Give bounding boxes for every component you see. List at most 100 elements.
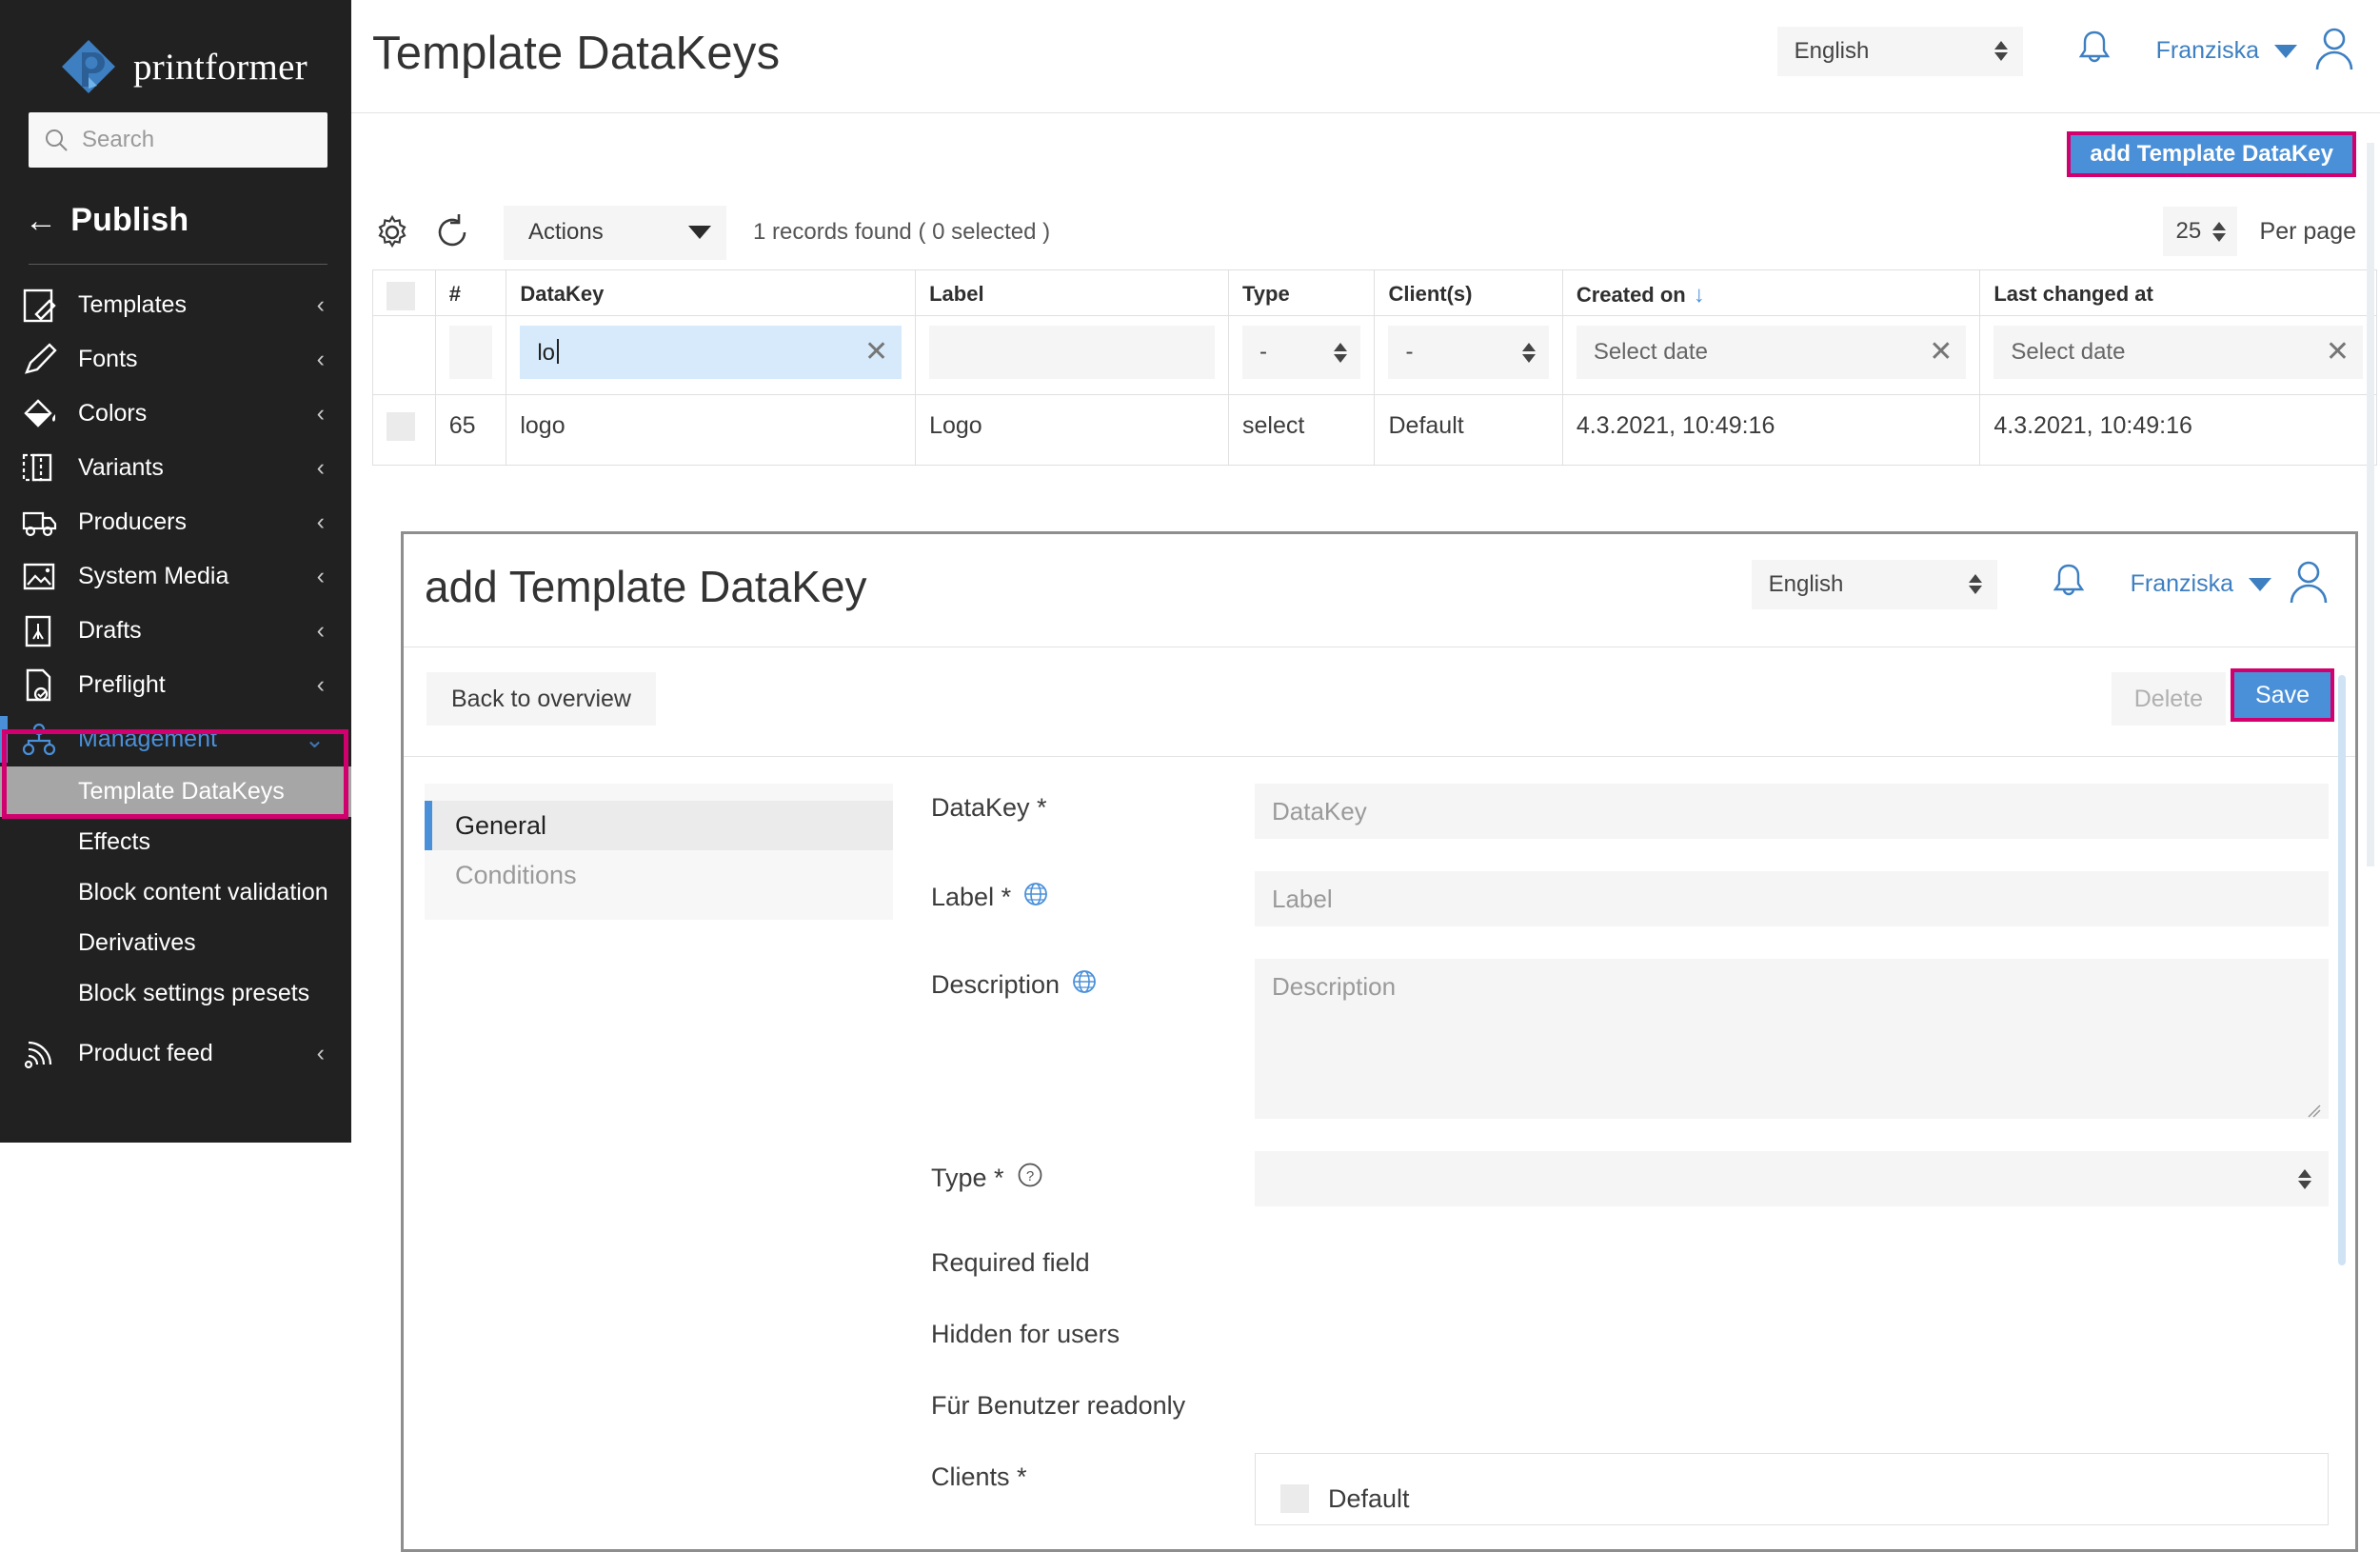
language-value: English: [1795, 38, 1870, 65]
sidebar-section-publish[interactable]: ← Publish: [0, 168, 351, 239]
sidebar-nav: Templates ‹ Fonts ‹ Colors ‹: [0, 278, 351, 1081]
language-select[interactable]: English: [1777, 27, 2023, 76]
table-col-type[interactable]: Type: [1229, 270, 1375, 316]
chevron-left-icon: ‹: [317, 400, 325, 428]
label-placeholder: Label: [1272, 885, 1333, 914]
table-col-clients[interactable]: Client(s): [1375, 270, 1562, 316]
bell-icon[interactable]: [2051, 562, 2087, 607]
page-scrollbar[interactable]: [2367, 143, 2374, 866]
back-to-overview-button[interactable]: Back to overview: [426, 672, 656, 726]
filter-datakey-input[interactable]: lo ✕: [520, 326, 902, 379]
clear-x-icon[interactable]: ✕: [2326, 338, 2350, 367]
caret-down-icon[interactable]: [2274, 45, 2297, 58]
delete-button[interactable]: Delete: [2112, 672, 2226, 726]
sidebar-subitem-effects[interactable]: Effects: [0, 817, 351, 867]
user-avatar-icon[interactable]: [2312, 26, 2356, 76]
sidebar-item-fonts[interactable]: Fonts ‹: [0, 332, 351, 387]
refresh-icon[interactable]: [433, 212, 473, 252]
sidebar-subitem-derivatives[interactable]: Derivatives: [0, 918, 351, 968]
select-all-checkbox[interactable]: [387, 282, 415, 310]
resize-grip-icon[interactable]: [2306, 1097, 2323, 1114]
arrow-left-icon: ←: [25, 205, 57, 237]
field-row-datakey: DataKey * DataKey: [931, 784, 2355, 839]
sidebar-subitem-block-settings-presets[interactable]: Block settings presets: [0, 968, 351, 1019]
bell-icon[interactable]: [2076, 29, 2112, 73]
panel-language-select[interactable]: English: [1752, 560, 1997, 609]
datakey-input[interactable]: DataKey: [1255, 784, 2329, 839]
table-col-changed[interactable]: Last changed at: [1980, 270, 2377, 316]
app-screen: printformer ← Publish Templates ‹: [0, 0, 2380, 1552]
pencil-icon: [21, 342, 63, 378]
client-default-checkbox[interactable]: [1280, 1484, 1309, 1513]
col-header-label: Type: [1242, 282, 1360, 307]
sidebar-item-colors[interactable]: Colors ‹: [0, 387, 351, 441]
sidebar-item-templates[interactable]: Templates ‹: [0, 278, 351, 332]
page-header: Template DataKeys English Franziska: [351, 0, 2380, 113]
sidebar-item-label: Preflight: [78, 671, 317, 699]
sidebar-item-preflight[interactable]: Preflight ‹: [0, 658, 351, 712]
sidebar-item-label: Producers: [78, 508, 317, 536]
brand[interactable]: printformer: [0, 0, 351, 105]
sidebar-item-variants[interactable]: Variants ‹: [0, 441, 351, 495]
filter-clients-cell: -: [1375, 316, 1562, 395]
table-row[interactable]: 65 logo Logo select Default 4.3.2021, 10…: [373, 395, 2377, 466]
sidebar-item-product-feed[interactable]: Product feed ‹: [0, 1026, 351, 1081]
arrow-down-icon: ↓: [1694, 282, 1705, 308]
add-template-datakey-button[interactable]: add Template DataKey: [2067, 131, 2356, 177]
sidebar-item-label: Fonts: [78, 346, 317, 373]
save-button[interactable]: Save: [2231, 668, 2334, 722]
table-col-num[interactable]: #: [435, 270, 506, 316]
sidebar-item-management[interactable]: Management ⌄: [0, 712, 351, 766]
col-header-label: #: [449, 282, 493, 307]
clear-x-icon[interactable]: ✕: [1929, 338, 1953, 367]
sidebar-divider: [29, 264, 327, 265]
label-input[interactable]: Label: [1255, 871, 2329, 926]
filter-type-select[interactable]: -: [1242, 326, 1360, 379]
table-col-datakey[interactable]: DataKey: [506, 270, 916, 316]
panel-user-name[interactable]: Franziska: [2131, 570, 2233, 598]
org-chart-icon: [21, 722, 63, 758]
label-field-label: Label *: [931, 883, 1011, 912]
user-avatar-icon[interactable]: [2287, 559, 2330, 609]
per-page-select[interactable]: 25: [2163, 207, 2237, 256]
sidebar-subitem-template-datakeys[interactable]: Template DataKeys: [0, 766, 351, 817]
row-checkbox[interactable]: [387, 412, 415, 441]
sidebar-item-system-media[interactable]: System Media ‹: [0, 549, 351, 604]
filter-label-input[interactable]: [929, 326, 1215, 379]
chevron-left-icon: ‹: [317, 617, 325, 645]
user-name[interactable]: Franziska: [2156, 37, 2259, 65]
sidebar-item-producers[interactable]: Producers ‹: [0, 495, 351, 549]
table-body: 65 logo Logo select Default 4.3.2021, 10…: [373, 395, 2377, 466]
filter-created-placeholder: Select date: [1594, 339, 1708, 366]
sidebar-subitem-block-content-validation[interactable]: Block content validation: [0, 867, 351, 918]
sidebar-section-label: Publish: [70, 202, 188, 239]
gear-icon[interactable]: [372, 212, 412, 252]
type-select[interactable]: [1255, 1151, 2329, 1206]
description-textarea[interactable]: Description: [1255, 959, 2329, 1119]
actions-select[interactable]: Actions: [504, 206, 726, 260]
panel-scrollbar[interactable]: [2338, 675, 2346, 1265]
filter-num-input[interactable]: [449, 326, 493, 379]
search-input[interactable]: [82, 127, 312, 153]
caret-down-icon[interactable]: [2249, 578, 2271, 591]
filter-created-date-input[interactable]: Select date ✕: [1577, 326, 1967, 379]
row-changed: 4.3.2021, 10:49:16: [1980, 395, 2377, 466]
table-col-label[interactable]: Label: [916, 270, 1229, 316]
filter-clients-select[interactable]: -: [1388, 326, 1548, 379]
tab-label: General: [455, 811, 546, 841]
clear-x-icon[interactable]: ✕: [864, 338, 888, 367]
paint-bucket-icon: [21, 396, 63, 432]
globe-icon[interactable]: [1022, 881, 1049, 914]
globe-icon[interactable]: [1071, 968, 1098, 1002]
col-header-label: DataKey: [520, 282, 902, 307]
sidebar-item-label: Variants: [78, 454, 317, 482]
filter-changed-date-input[interactable]: Select date ✕: [1993, 326, 2363, 379]
filter-type-value: -: [1259, 339, 1267, 366]
sidebar-search[interactable]: [29, 112, 327, 168]
question-circle-icon[interactable]: ?: [1016, 1161, 1044, 1196]
sidebar-item-drafts[interactable]: Drafts ‹: [0, 604, 351, 658]
tab-conditions[interactable]: Conditions: [425, 850, 893, 900]
table-col-created[interactable]: Created on ↓: [1562, 270, 1980, 316]
tab-general[interactable]: General: [425, 801, 893, 850]
chevron-left-icon: ‹: [317, 346, 325, 373]
